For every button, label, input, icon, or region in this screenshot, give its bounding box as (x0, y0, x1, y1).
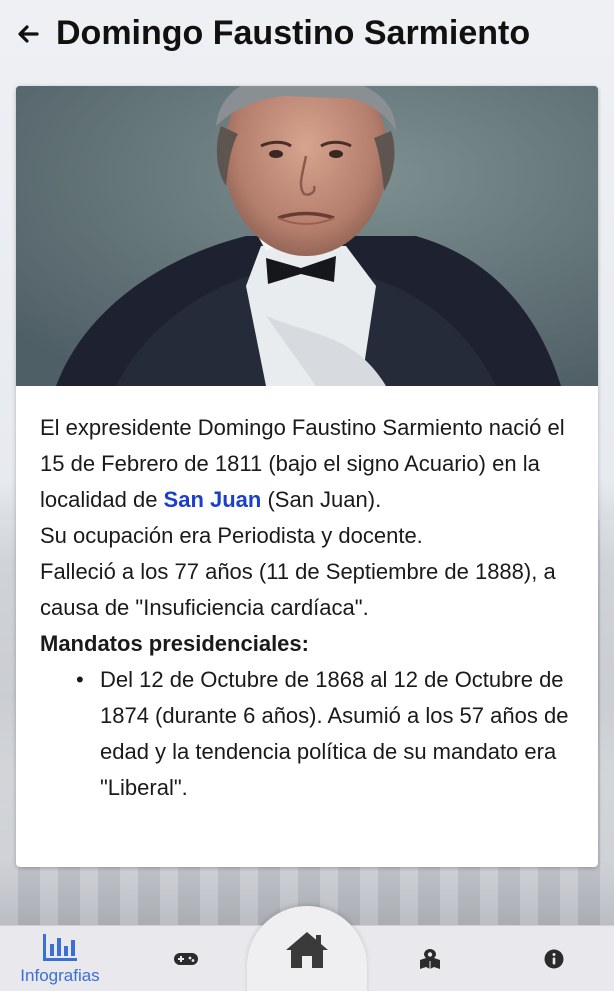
biography-card: El expresidente Domingo Faustino Sarmien… (16, 86, 598, 867)
mandate-item: Del 12 de Octubre de 1868 al 12 de Octub… (76, 662, 574, 806)
app-header: Domingo Faustino Sarmiento (0, 0, 614, 70)
nav-item-games[interactable] (160, 926, 212, 991)
bar-chart-icon (43, 934, 77, 961)
place-link[interactable]: San Juan (164, 487, 262, 512)
portrait-illustration (16, 86, 598, 386)
birth-paragraph: El expresidente Domingo Faustino Sarmien… (40, 410, 574, 518)
nav-label-infografias: Infografias (20, 966, 100, 985)
map-icon (420, 949, 440, 969)
mandates-list: Del 12 de Octubre de 1868 al 12 de Octub… (40, 662, 574, 806)
back-button[interactable] (12, 18, 44, 50)
nav-item-infografias[interactable]: Infografias (14, 926, 106, 991)
arrow-left-icon (18, 25, 39, 43)
birth-text-end: (San Juan). (261, 487, 382, 512)
occupation-text: Su ocupación era Periodista y docente. (40, 523, 423, 548)
gamepad-icon (174, 953, 198, 965)
home-icon (286, 932, 328, 968)
nav-item-info[interactable] (528, 926, 580, 991)
biography-text: El expresidente Domingo Faustino Sarmien… (16, 386, 598, 806)
info-icon (544, 949, 564, 969)
portrait-image (16, 86, 598, 386)
nav-item-map[interactable] (404, 926, 456, 991)
page-title: Domingo Faustino Sarmiento (56, 14, 531, 52)
mandates-heading: Mandatos presidenciales: (40, 631, 309, 656)
death-text: Falleció a los 77 años (11 de Septiembre… (40, 559, 556, 620)
